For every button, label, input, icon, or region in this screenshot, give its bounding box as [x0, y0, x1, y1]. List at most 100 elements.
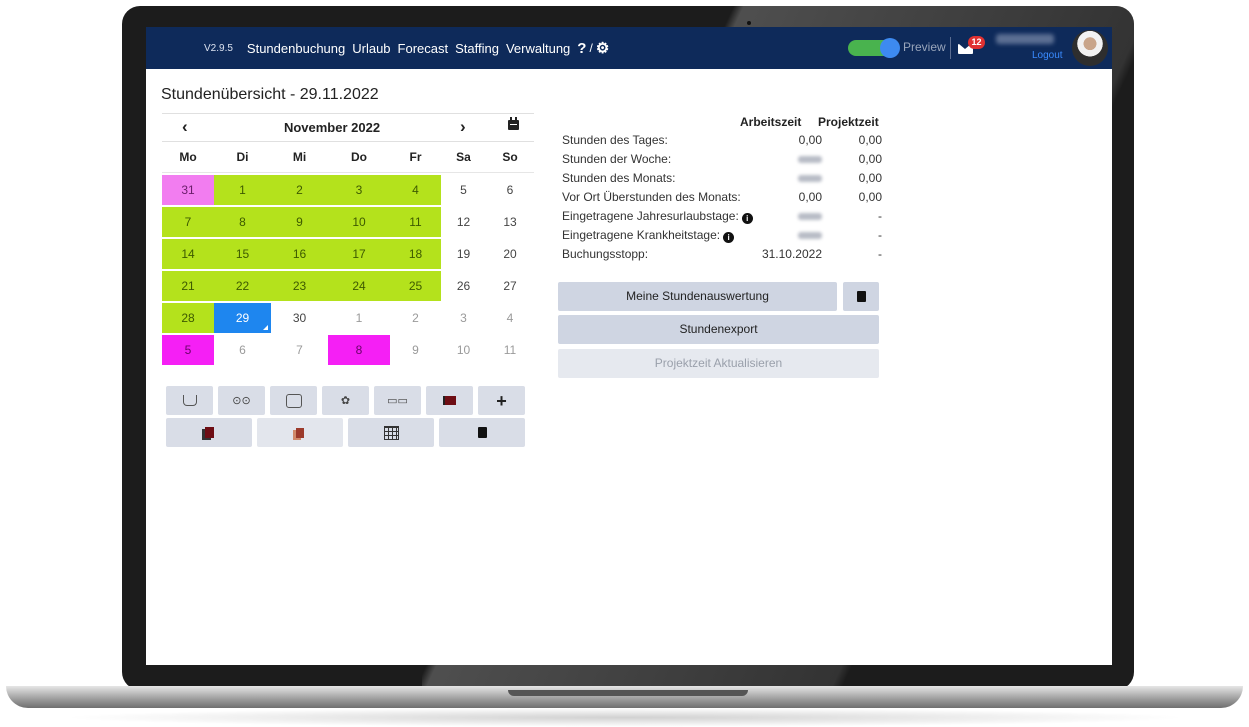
calendar-day[interactable]: 2 [271, 175, 328, 205]
calendar-day[interactable]: 22 [214, 271, 271, 301]
calendar-day[interactable]: 23 [271, 271, 328, 301]
calendar-day[interactable]: 25 [390, 271, 441, 301]
avatar[interactable] [1072, 30, 1108, 66]
weekday-mi: Mi [292, 150, 307, 164]
vacation-palm-icon: ✿ [340, 395, 351, 407]
calendar-week-row: 21 22 23 24 25 26 27 [162, 271, 534, 301]
calendar-day[interactable]: 8 [328, 335, 390, 365]
flag-button[interactable] [426, 386, 473, 415]
calendar-day[interactable]: 13 [486, 207, 534, 237]
add-icon: + [496, 390, 507, 411]
info-icon[interactable]: i [723, 232, 735, 243]
calendar-day[interactable]: 21 [162, 271, 214, 301]
calendar-day[interactable]: 12 [441, 207, 486, 237]
prev-month-button[interactable]: ‹ [182, 117, 188, 137]
calendar-day[interactable]: 1 [214, 175, 271, 205]
preview-toggle[interactable] [848, 38, 900, 58]
calendar-day-selected[interactable]: 29 [214, 303, 271, 333]
calendar-day[interactable]: 20 [486, 239, 534, 269]
calendar-day[interactable]: 7 [271, 335, 328, 365]
next-month-button[interactable]: › [460, 117, 466, 137]
coffee-break-icon [182, 395, 197, 406]
gear-icon[interactable]: ⚙ [596, 39, 609, 57]
calendar-day[interactable]: 11 [486, 335, 534, 365]
preview-label: Preview [903, 40, 946, 54]
calendar-day[interactable]: 19 [441, 239, 486, 269]
nav-forecast[interactable]: Forecast [398, 41, 449, 56]
add-button[interactable]: + [478, 386, 525, 415]
hours-summary: Arbeitszeit Projektzeit Stunden des Tage… [562, 113, 882, 264]
calendar-day[interactable]: 6 [486, 175, 534, 205]
summary-label: Stunden des Tages: [562, 133, 668, 147]
coffee-break-button[interactable] [166, 386, 213, 415]
summary-label: Buchungsstopp: [562, 247, 648, 261]
calendar-week-row: 5 6 7 8 9 10 11 [162, 335, 534, 365]
blurred-value [798, 213, 822, 221]
calendar-day[interactable]: 16 [271, 239, 328, 269]
calendar-header: ‹ November 2022 › [162, 113, 534, 142]
info-icon[interactable]: i [741, 213, 753, 224]
summary-arbeitszeit-value: 31.10.2022 [761, 247, 822, 261]
calendar-day[interactable]: 10 [328, 207, 390, 237]
calendar-day[interactable]: 2 [390, 303, 441, 333]
top-navbar: V2.9.5 Stundenbuchung Urlaub Forecast St… [146, 27, 1112, 69]
calendar-day[interactable]: 4 [390, 175, 441, 205]
pdf-icon [477, 427, 487, 438]
calendar-week-row: 14 15 16 17 18 19 20 [162, 239, 534, 269]
calendar-day[interactable]: 4 [486, 303, 534, 333]
paste-button[interactable] [257, 418, 343, 447]
calendar-day[interactable]: 30 [271, 303, 328, 333]
calendar-day[interactable]: 18 [390, 239, 441, 269]
user-name-blurred [996, 34, 1054, 44]
calendar-day[interactable]: 15 [214, 239, 271, 269]
grid-edit-button[interactable] [348, 418, 434, 447]
nav-stundenbuchung[interactable]: Stundenbuchung [247, 41, 345, 56]
calendar-month-label[interactable]: November 2022 [272, 120, 392, 135]
help-icon[interactable]: ? [577, 40, 586, 57]
calendar-icon[interactable] [508, 117, 519, 130]
calendar-day[interactable]: 11 [390, 207, 441, 237]
summary-row: Stunden der Woche: 0,00 [562, 150, 882, 169]
summary-projektzeit-value: 0,00 [858, 152, 882, 166]
calendar-day[interactable]: 26 [441, 271, 486, 301]
summary-projektzeit-value: 0,00 [858, 190, 882, 204]
calendar-day[interactable]: 31 [162, 175, 214, 205]
calendar-day[interactable]: 14 [162, 239, 214, 269]
calendar-day[interactable]: 27 [486, 271, 534, 301]
calendar-day[interactable]: 9 [390, 335, 441, 365]
calendar-day[interactable]: 3 [328, 175, 390, 205]
booking-tools: ⊙⊙ ✿ ▭▭ + [166, 386, 532, 450]
evaluation-pdf-button[interactable] [843, 282, 879, 311]
nav-staffing[interactable]: Staffing [455, 41, 499, 56]
calendar-day[interactable]: 5 [162, 335, 214, 365]
calendar-day[interactable]: 17 [328, 239, 390, 269]
calendar-day[interactable]: 7 [162, 207, 214, 237]
pdf-button[interactable] [439, 418, 525, 447]
calendar-day[interactable]: 5 [441, 175, 486, 205]
calendar-day[interactable]: 24 [328, 271, 390, 301]
work-bag-button[interactable] [270, 386, 317, 415]
month-calendar: ‹ November 2022 › Mo Di Mi Do Fr Sa So 3… [162, 113, 534, 367]
calendar-day[interactable]: 8 [214, 207, 271, 237]
app-version: V2.9.5 [204, 42, 233, 54]
calendar-day[interactable]: 6 [214, 335, 271, 365]
training-icon: ▭▭ [387, 395, 408, 407]
calendar-day[interactable]: 3 [441, 303, 486, 333]
weekday-sa: Sa [456, 150, 471, 164]
calendar-day[interactable]: 1 [328, 303, 390, 333]
my-hours-evaluation-button[interactable]: Meine Stundenauswertung [558, 282, 837, 311]
hours-export-button[interactable]: Stundenexport [558, 315, 879, 344]
training-button[interactable]: ▭▭ [374, 386, 421, 415]
copy-button[interactable] [166, 418, 252, 447]
calendar-day[interactable]: 10 [441, 335, 486, 365]
logout-link[interactable]: Logout [1032, 50, 1063, 61]
calendar-day[interactable]: 9 [271, 207, 328, 237]
summary-label-text: Buchungsstopp: [562, 247, 649, 261]
nav-urlaub[interactable]: Urlaub [352, 41, 390, 56]
lunch-button[interactable]: ⊙⊙ [218, 386, 265, 415]
update-project-time-button[interactable]: Projektzeit Aktualisieren [558, 349, 879, 378]
vacation-button[interactable]: ✿ [322, 386, 369, 415]
toggle-knob [880, 38, 900, 58]
nav-verwaltung[interactable]: Verwaltung [506, 41, 570, 56]
calendar-day[interactable]: 28 [162, 303, 214, 333]
